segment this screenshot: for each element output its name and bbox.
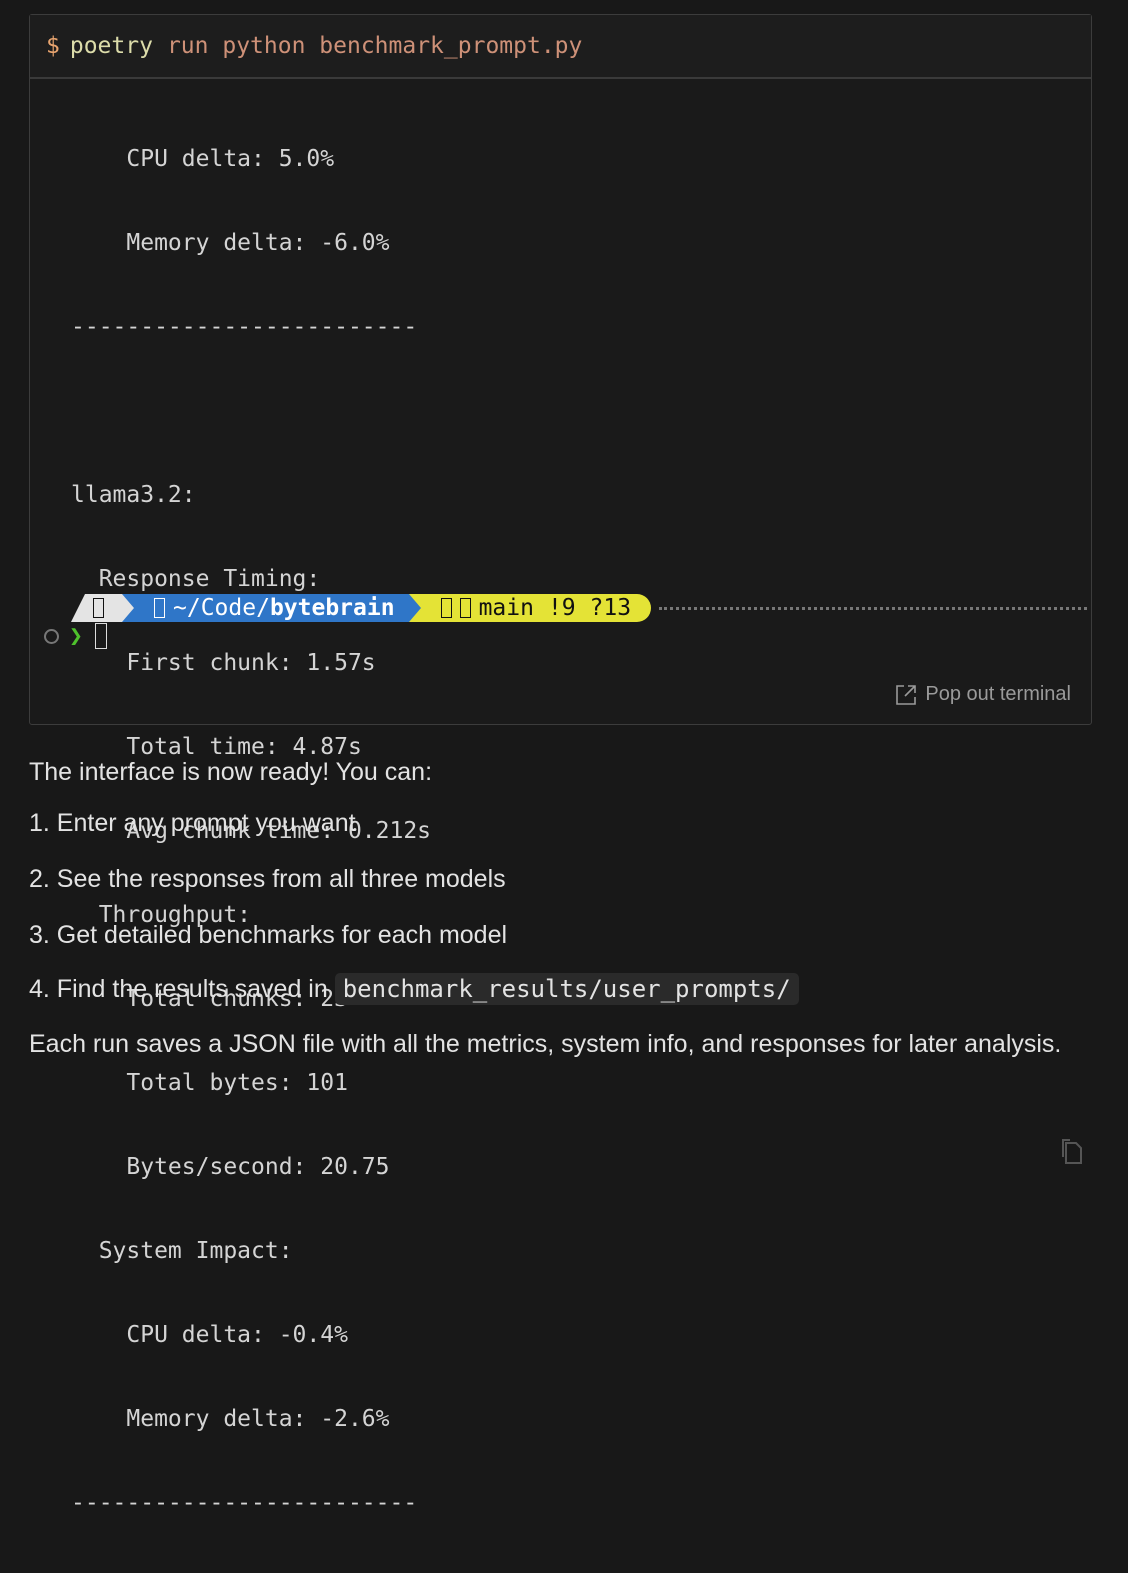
path-current: bytebrain	[269, 595, 395, 621]
assistant-message: The interface is now ready! You can: 1. …	[29, 758, 1069, 1062]
output-line: CPU delta: -0.4%	[71, 1322, 348, 1348]
status-circle-icon	[44, 628, 59, 644]
outro-text: Each run saves a JSON file with all the …	[29, 1030, 1062, 1058]
output-line: First chunk: 1.57s	[71, 650, 376, 676]
intro-text: The interface is now ready! You can:	[29, 758, 433, 786]
input-line[interactable]: ❯	[44, 622, 107, 650]
prompt-symbol: $	[46, 33, 60, 59]
step-item: 2. See the responses from all three mode…	[29, 865, 506, 893]
apple-icon	[93, 598, 104, 618]
output-line: CPU delta: 5.0%	[71, 146, 335, 172]
output-line: Response Timing:	[71, 566, 321, 592]
copy-button[interactable]	[1060, 1137, 1084, 1170]
output-line: -------------------------	[71, 314, 418, 340]
output-line: System Impact:	[71, 1238, 293, 1264]
output-line: llama3.2:	[71, 482, 196, 508]
git-segment: main !9 ?13	[420, 594, 652, 622]
external-link-icon	[896, 684, 917, 705]
os-segment	[71, 594, 122, 622]
terminal-panel: $ poetry run python benchmark_prompt.py …	[29, 14, 1092, 1516]
prompt-filler	[659, 606, 1087, 610]
output-line: Memory delta: -6.0%	[71, 230, 390, 256]
step-item: 1. Enter any prompt you want	[29, 809, 356, 837]
step-item: 4. Find the results saved in benchmark_r…	[29, 973, 1069, 1005]
output-line: Memory delta: -2.6%	[71, 1406, 390, 1432]
prompt-chevron: ❯	[69, 623, 83, 649]
branch-icon	[459, 598, 471, 618]
pop-out-terminal-button[interactable]: Pop out terminal	[895, 683, 1071, 706]
segment-separator	[408, 594, 421, 622]
command-program: poetry	[69, 33, 153, 59]
terminal-command: $ poetry run python benchmark_prompt.py	[30, 15, 1091, 79]
pop-out-label: Pop out terminal	[925, 683, 1071, 705]
output-line: Total time: 4.87s	[71, 734, 362, 760]
terminal-cursor	[94, 623, 107, 649]
output-line: -------------------------	[71, 1490, 418, 1516]
command-args: run python benchmark_prompt.py	[166, 33, 583, 59]
step-item: 3. Get detailed benchmarks for each mode…	[29, 921, 508, 949]
shell-prompt: ~/Code/bytebrain main !9 ?13	[71, 594, 1087, 622]
copy-icon	[1062, 1139, 1082, 1164]
output-line: Total bytes: 101	[71, 1070, 348, 1096]
git-status: !9 ?13	[547, 595, 632, 621]
path-prefix: ~/Code/	[173, 595, 270, 621]
output-line: Bytes/second: 20.75	[71, 1154, 390, 1180]
results-path: benchmark_results/user_prompts/	[334, 973, 799, 1005]
step-text: 4. Find the results saved in	[29, 975, 335, 1003]
github-icon	[440, 598, 452, 618]
folder-icon	[154, 598, 165, 618]
path-segment: ~/Code/bytebrain	[134, 594, 409, 622]
segment-separator	[122, 594, 134, 622]
git-branch: main	[478, 595, 534, 621]
